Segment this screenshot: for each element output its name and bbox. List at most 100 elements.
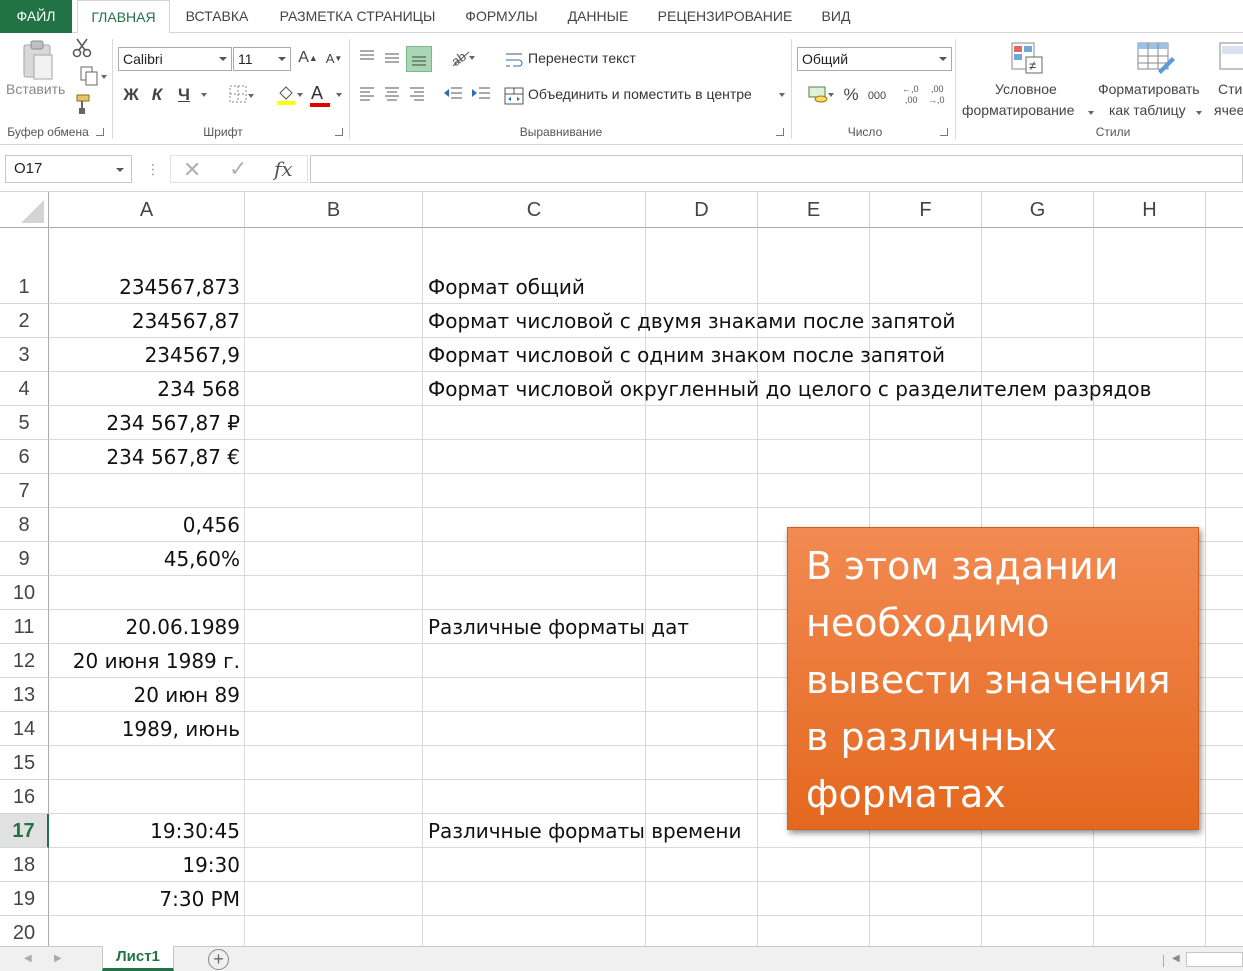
cell-c14[interactable] — [423, 712, 428, 746]
row-header-13[interactable]: 13 — [0, 678, 49, 712]
align-left-button[interactable] — [356, 83, 378, 109]
tab-view[interactable]: ВИД — [806, 0, 866, 33]
cell-styles-button[interactable]: Сти ячее — [1214, 39, 1243, 123]
column-header-f[interactable]: F — [870, 192, 982, 228]
font-size-select[interactable]: 11 — [233, 47, 291, 71]
prev-sheet-icon[interactable]: ◀ — [24, 953, 32, 964]
cell-a18[interactable]: 19:30 — [49, 848, 245, 882]
increase-decimal-button[interactable]: ←,0,00 — [901, 83, 925, 109]
row-header-19[interactable]: 19 — [0, 882, 49, 916]
row-header-15[interactable]: 15 — [0, 746, 49, 780]
cell-a12[interactable]: 20 июня 1989 г. — [49, 644, 245, 678]
cell-c12[interactable] — [423, 644, 428, 678]
row-header-7[interactable]: 7 — [0, 474, 49, 508]
column-header-c[interactable]: C — [423, 192, 646, 228]
format-painter-icon[interactable] — [70, 93, 94, 119]
sheet-tab-active[interactable]: Лист1 — [102, 946, 174, 971]
enter-icon[interactable]: ✓ — [229, 156, 247, 182]
alignment-launcher[interactable] — [776, 128, 784, 136]
cell-a3[interactable]: 234567,9 — [49, 338, 245, 372]
grow-font-button[interactable]: A▲ — [297, 46, 319, 72]
cell-a7[interactable] — [49, 474, 245, 508]
row-header-1[interactable]: 1 — [0, 228, 49, 304]
orientation-button[interactable]: ab — [442, 46, 478, 72]
tab-data[interactable]: ДАННЫЕ — [552, 0, 644, 33]
align-right-button[interactable] — [406, 83, 428, 109]
merge-center-button[interactable]: Объединить и поместить в центре — [504, 83, 790, 109]
fill-color-button[interactable] — [268, 83, 304, 109]
align-center-button[interactable] — [381, 83, 403, 109]
cancel-icon[interactable]: ✕ — [183, 157, 201, 183]
align-top-button[interactable] — [356, 47, 378, 73]
row-header-20[interactable]: 20 — [0, 916, 49, 946]
cell-a20[interactable] — [49, 916, 245, 946]
font-color-button[interactable]: A — [309, 81, 345, 107]
cell-a2[interactable]: 234567,87 — [49, 304, 245, 338]
increase-indent-button[interactable] — [469, 83, 493, 109]
row-header-4[interactable]: 4 — [0, 372, 49, 406]
horizontal-scrollbar-thumb[interactable] — [1186, 952, 1243, 967]
add-sheet-button[interactable]: + — [208, 949, 229, 970]
insert-function-icon[interactable]: fx — [274, 157, 293, 181]
cell-a4[interactable]: 234 568 — [49, 372, 245, 406]
cell-c19[interactable] — [423, 882, 428, 916]
tab-page-layout[interactable]: РАЗМЕТКА СТРАНИЦЫ — [264, 0, 451, 33]
cell-a8[interactable]: 0,456 — [49, 508, 245, 542]
tab-file[interactable]: ФАЙЛ — [0, 0, 72, 33]
cell-c8[interactable] — [423, 508, 428, 542]
cell-c1[interactable]: Формат общий — [423, 270, 585, 304]
row-header-10[interactable]: 10 — [0, 576, 49, 610]
cell-c3[interactable]: Формат числовой с одним знаком после зап… — [423, 338, 945, 372]
column-header-e[interactable]: E — [758, 192, 870, 228]
name-box[interactable]: O17 — [5, 155, 132, 183]
copy-icon[interactable] — [70, 65, 108, 91]
cell-c18[interactable] — [423, 848, 428, 882]
cut-icon[interactable] — [70, 37, 94, 63]
cell-a5[interactable]: 234 567,87 ₽ — [49, 406, 245, 440]
underline-button[interactable]: Ч — [171, 83, 197, 109]
cell-c13[interactable] — [423, 678, 428, 712]
format-as-table-button[interactable]: Форматировать как таблицу — [1096, 39, 1212, 123]
borders-button[interactable] — [219, 84, 257, 110]
paste-button[interactable] — [18, 39, 58, 85]
cell-c4[interactable]: Формат числовой округленный до целого с … — [423, 372, 1151, 406]
number-launcher[interactable] — [940, 128, 948, 136]
cell-a6[interactable]: 234 567,87 € — [49, 440, 245, 474]
tab-formulas[interactable]: ФОРМУЛЫ — [451, 0, 552, 33]
tab-home[interactable]: ГЛАВНАЯ — [77, 0, 170, 34]
column-header-h[interactable]: H — [1094, 192, 1206, 228]
row-header-11[interactable]: 11 — [0, 610, 49, 644]
cell-a9[interactable]: 45,60% — [49, 542, 245, 576]
cell-c11[interactable]: Различные форматы дат — [423, 610, 689, 644]
cell-c10[interactable] — [423, 576, 428, 610]
select-all-corner[interactable] — [0, 192, 49, 228]
decrease-decimal-button[interactable]: ,00 →,0 — [927, 83, 951, 109]
thousands-separator-button[interactable]: 000 — [865, 84, 889, 110]
decrease-indent-button[interactable] — [441, 83, 465, 109]
cell-c7[interactable] — [423, 474, 428, 508]
percent-button[interactable]: % — [841, 83, 861, 109]
formula-input[interactable] — [310, 155, 1243, 183]
cell-c16[interactable] — [423, 780, 428, 814]
font-name-select[interactable]: Calibri — [118, 47, 232, 71]
clipboard-launcher[interactable] — [96, 128, 104, 136]
currency-format-button[interactable] — [799, 83, 837, 109]
font-launcher[interactable] — [335, 128, 343, 136]
align-middle-button[interactable] — [381, 47, 403, 73]
scroll-left-icon[interactable]: ◀ — [1172, 953, 1180, 964]
row-header-9[interactable]: 9 — [0, 542, 49, 576]
bold-button[interactable]: Ж — [120, 83, 142, 109]
cell-a15[interactable] — [49, 746, 245, 780]
cell-c17[interactable]: Различные форматы времени — [423, 814, 742, 848]
tab-insert[interactable]: ВСТАВКА — [170, 0, 264, 33]
column-header-partial[interactable] — [1206, 192, 1243, 228]
row-header-12[interactable]: 12 — [0, 644, 49, 678]
cell-c9[interactable] — [423, 542, 428, 576]
underline-dropdown[interactable] — [196, 83, 208, 109]
shrink-font-button[interactable]: A▼ — [323, 47, 345, 73]
cell-c5[interactable] — [423, 406, 428, 440]
cell-c20[interactable] — [423, 916, 428, 946]
cell-a16[interactable] — [49, 780, 245, 814]
italic-button[interactable]: К — [146, 83, 168, 109]
row-header-18[interactable]: 18 — [0, 848, 49, 882]
